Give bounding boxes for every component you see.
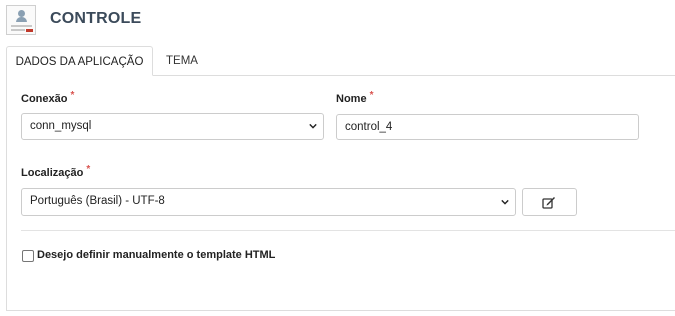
locale-label: Localização *: [21, 164, 91, 179]
connection-label: Conexão *: [21, 90, 75, 105]
locale-select[interactable]: Português (Brasil) - UTF-8: [21, 188, 516, 216]
form-icon: [6, 5, 36, 35]
name-input-value: control_4: [345, 121, 393, 133]
manual-template-checkbox[interactable]: [22, 250, 34, 262]
page-title: CONTROLE: [50, 10, 142, 27]
tab-bar: DADOS DA APLICAÇÃO TEMA: [6, 46, 675, 76]
connection-select-value: conn_mysql: [30, 120, 92, 132]
connection-select[interactable]: conn_mysql: [21, 113, 324, 140]
tab-dados-da-aplicacao[interactable]: DADOS DA APLICAÇÃO: [6, 46, 153, 76]
chevron-down-icon: [501, 199, 509, 205]
manual-template-label[interactable]: Desejo definir manualmente o template HT…: [37, 249, 275, 261]
divider: [21, 230, 675, 231]
tab-tema[interactable]: TEMA: [166, 46, 226, 76]
name-input[interactable]: control_4: [336, 114, 639, 140]
page-header: CONTROLE: [0, 0, 675, 38]
name-label: Nome *: [336, 90, 374, 105]
edit-locale-button[interactable]: [522, 188, 577, 216]
required-mark: *: [70, 90, 75, 101]
locale-select-value: Português (Brasil) - UTF-8: [30, 195, 165, 207]
required-mark: *: [86, 164, 91, 175]
required-mark: *: [369, 90, 374, 101]
chevron-down-icon: [309, 123, 317, 129]
edit-icon: [542, 197, 555, 209]
